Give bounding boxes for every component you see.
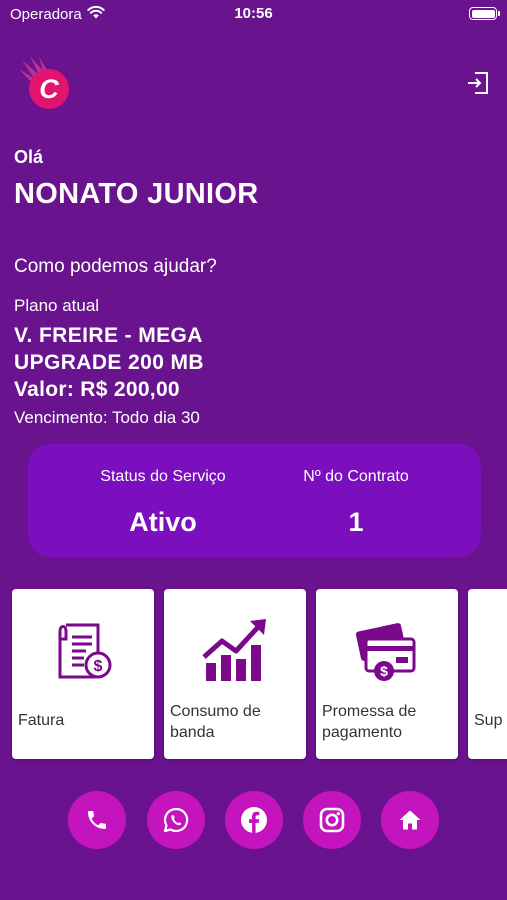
status-bar: Operadora 10:56 [0,0,507,28]
brand-logo-icon: C [16,54,74,112]
menu-card-label: Promessa de pagamento [322,703,417,741]
menu-card-consumo[interactable]: Consumo de banda [164,589,306,759]
plan-due-date: Vencimento: Todo dia 30 [14,408,200,427]
contract-number-value: 1 [348,507,364,537]
plan-value: Valor: R$ 200,00 [14,378,180,401]
user-name: NONATO JUNIOR [14,178,259,210]
svg-text:$: $ [380,663,388,679]
clock: 10:56 [234,5,273,22]
phone-button[interactable] [68,791,126,849]
menu-card-label: Consumo de banda [170,703,261,741]
credit-card-icon: $ [352,617,422,687]
svg-text:$: $ [94,658,103,675]
logout-icon [468,72,488,94]
menu-card-promessa[interactable]: $ Promessa de pagamento [316,589,458,759]
service-status-card: Status do Serviço Ativo Nº do Contrato 1 [28,444,481,557]
whatsapp-icon [163,807,189,833]
facebook-icon [241,807,267,833]
menu-card-label: Sup [474,712,503,729]
help-prompt: Como podemos ajudar? [14,256,217,277]
plan-name: V. FREIRE - MEGA UPGRADE 200 MB [14,324,204,374]
facebook-button[interactable] [225,791,283,849]
invoice-icon: $ [48,617,118,687]
whatsapp-button[interactable] [147,791,205,849]
contract-number-label: Nº do Contrato [303,468,409,485]
instagram-button[interactable] [303,791,361,849]
battery-icon [469,7,500,20]
chart-up-icon [200,617,270,687]
svg-text:C: C [39,74,59,104]
home-button[interactable] [381,791,439,849]
menu-card-suporte[interactable]: Sup [468,589,507,759]
phone-icon [88,811,106,829]
menu-card-label: Fatura [18,712,65,729]
plan-label: Plano atual [14,296,100,315]
service-status-value: Ativo [129,507,197,537]
contract-number: Nº do Contrato 1 [261,468,451,538]
menu-card-fatura[interactable]: $ Fatura [12,589,154,759]
service-status-label: Status do Serviço [100,468,226,485]
logout-button[interactable] [465,70,491,96]
home-icon [399,810,421,830]
service-status: Status do Serviço Ativo [68,468,258,538]
instagram-icon [319,807,345,833]
greeting-hello: Olá [14,147,44,167]
